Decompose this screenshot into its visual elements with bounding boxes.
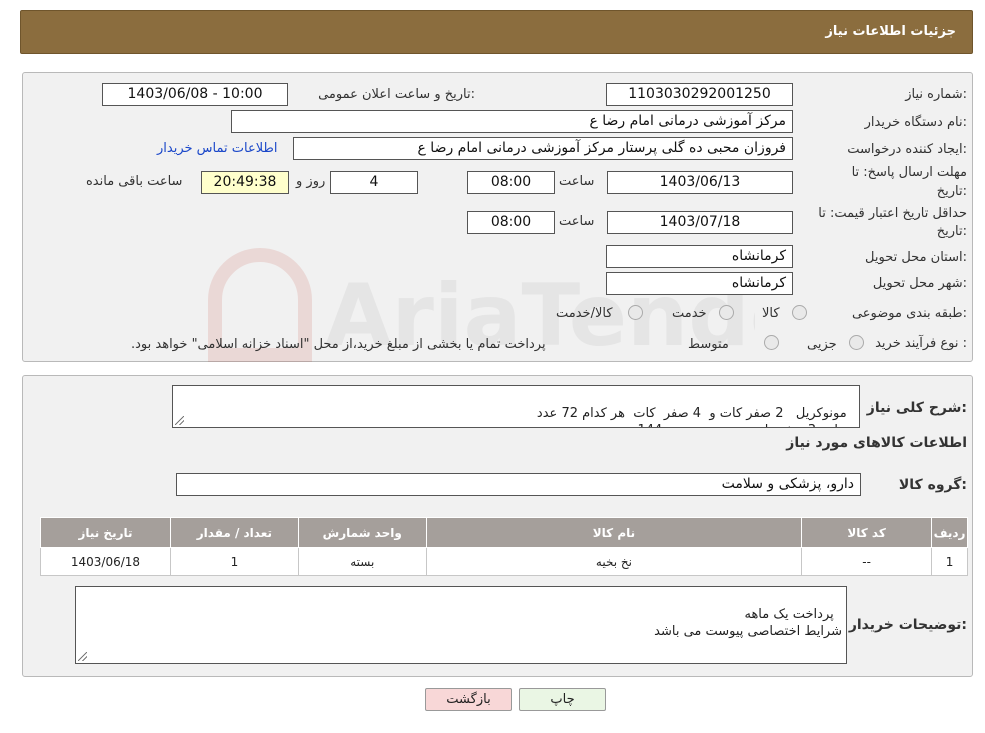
cell-need-date: 1403/06/18 bbox=[40, 547, 171, 576]
category-goods-radio[interactable] bbox=[792, 305, 807, 320]
col-code: کد کالا bbox=[801, 517, 933, 548]
category-label: طبقه بندی موضوعی: bbox=[851, 306, 967, 321]
deadline-date-field: 1403/06/13 bbox=[607, 171, 793, 194]
validity-label: حداقل تاریخ اعتبار قیمت: تا bbox=[818, 206, 967, 221]
items-table: ردیف کد کالا نام کالا واحد شمارش تعداد /… bbox=[40, 517, 968, 576]
back-button[interactable]: بازگشت bbox=[425, 688, 512, 711]
creator-label: ایجاد کننده درخواست: bbox=[847, 142, 967, 157]
process-note: پرداخت تمام یا بخشی از مبلغ خرید،از محل … bbox=[131, 337, 546, 352]
goods-group-label: گروه کالا: bbox=[898, 477, 967, 493]
col-row: ردیف bbox=[931, 517, 968, 548]
remaining-time-field: 20:49:38 bbox=[201, 171, 289, 194]
summary-label: شرح کلی نیاز: bbox=[866, 400, 967, 416]
deadline-label-date: تاریخ: bbox=[936, 184, 967, 199]
creator-field: فروزان محبی ده گلی پرستار مرکز آموزشی در… bbox=[293, 137, 793, 160]
category-goods-service-label: کالا/خدمت bbox=[556, 306, 613, 321]
need-number-label: شماره نیاز: bbox=[905, 87, 967, 102]
buyer-org-field: مرکز آموزشی درمانی امام رضا ع bbox=[231, 110, 793, 133]
province-label: استان محل تحویل: bbox=[865, 250, 967, 265]
print-button[interactable]: چاپ bbox=[519, 688, 606, 711]
announce-field: 1403/06/08 - 10:00 bbox=[102, 83, 288, 106]
deadline-time-label: ساعت bbox=[559, 174, 595, 189]
buyer-org-label: نام دستگاه خریدار: bbox=[864, 115, 967, 130]
validity-time-field: 08:00 bbox=[467, 211, 555, 234]
page-header: جزئیات اطلاعات نیاز bbox=[20, 10, 973, 54]
buyer-notes-textarea: پرداخت یک ماهه شرایط اختصاصی پیوست می با… bbox=[75, 586, 847, 664]
category-service-radio[interactable] bbox=[719, 305, 734, 320]
validity-time-label: ساعت bbox=[559, 214, 595, 229]
col-unit: واحد شمارش bbox=[297, 517, 427, 548]
col-quantity: تعداد / مقدار bbox=[169, 517, 299, 548]
category-service-label: خدمت bbox=[672, 306, 707, 321]
cell-row: 1 bbox=[931, 547, 968, 576]
summary-text: مونوکریل 2 صفر کات و 4 صفر کات هر کدام 7… bbox=[536, 406, 855, 427]
category-goods-label: کالا bbox=[762, 306, 780, 321]
cell-name: نخ بخیه bbox=[425, 547, 803, 576]
remaining-time-label: ساعت باقی مانده bbox=[86, 174, 183, 189]
cell-unit: بسته bbox=[297, 547, 427, 576]
col-need-date: تاریخ نیاز bbox=[40, 517, 171, 548]
validity-date-field: 1403/07/18 bbox=[607, 211, 793, 234]
process-minor-label: جزیی bbox=[807, 337, 837, 352]
validity-label-date: تاریخ: bbox=[936, 224, 967, 239]
buyer-contact-link[interactable]: اطلاعات تماس خریدار bbox=[157, 141, 277, 156]
table-header-row: ردیف کد کالا نام کالا واحد شمارش تعداد /… bbox=[40, 517, 968, 548]
resize-grip-icon[interactable] bbox=[78, 652, 87, 661]
city-label: شهر محل تحویل: bbox=[872, 276, 967, 291]
province-field: کرمانشاه bbox=[606, 245, 793, 268]
cell-quantity: 1 bbox=[169, 547, 299, 576]
col-name: نام کالا bbox=[425, 517, 803, 548]
summary-textarea: مونوکریل 2 صفر کات و 4 صفر کات هر کدام 7… bbox=[172, 385, 860, 428]
buyer-notes-label: توضیحات خریدار: bbox=[848, 617, 967, 633]
deadline-label: مهلت ارسال پاسخ: تا bbox=[851, 165, 967, 180]
deadline-time-field: 08:00 bbox=[467, 171, 555, 194]
city-field: کرمانشاه bbox=[606, 272, 793, 295]
process-medium-label: متوسط bbox=[688, 337, 729, 352]
days-label: روز و bbox=[296, 174, 326, 189]
goods-group-field: دارو، پزشکی و سلامت bbox=[176, 473, 861, 496]
category-goods-service-radio[interactable] bbox=[628, 305, 643, 320]
need-number-field: 1103030292001250 bbox=[606, 83, 793, 106]
process-medium-radio[interactable] bbox=[764, 335, 779, 350]
page-title: جزئیات اطلاعات نیاز bbox=[825, 24, 956, 39]
process-type-label: نوع فرآیند خرید : bbox=[875, 336, 967, 351]
table-row: 1 -- نخ بخیه بسته 1 1403/06/18 bbox=[40, 547, 968, 576]
buyer-notes-text: پرداخت یک ماهه شرایط اختصاصی پیوست می با… bbox=[654, 607, 842, 639]
cell-code: -- bbox=[801, 547, 933, 576]
resize-grip-icon[interactable] bbox=[175, 416, 184, 425]
days-remaining-field: 4 bbox=[330, 171, 418, 194]
goods-info-title: اطلاعات کالاهای مورد نیاز bbox=[786, 435, 967, 451]
announce-label: تاریخ و ساعت اعلان عمومی: bbox=[318, 87, 475, 102]
process-minor-radio[interactable] bbox=[849, 335, 864, 350]
